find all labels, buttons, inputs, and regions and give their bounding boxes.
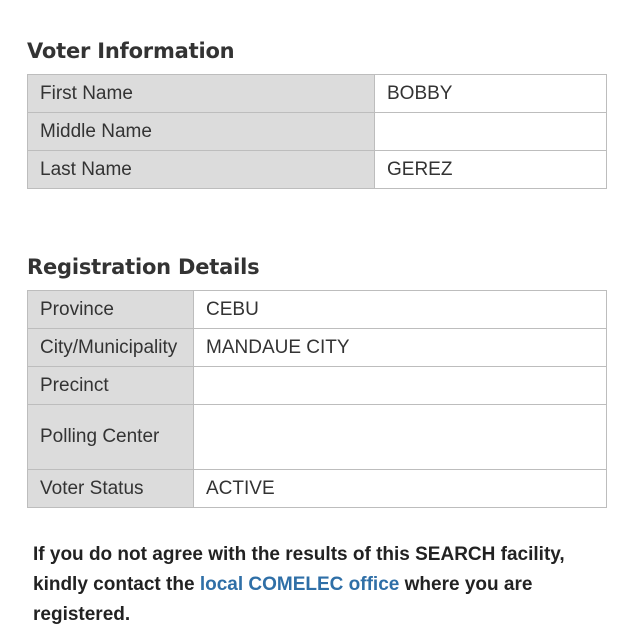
city-municipality-value: MANDAUE CITY <box>193 328 607 367</box>
registration-details-title: Registration Details <box>27 255 260 279</box>
voter-status-label: Voter Status <box>27 469 194 508</box>
table-row: Precinct <box>27 366 607 405</box>
precinct-value <box>193 366 607 405</box>
table-row: Polling Center <box>27 404 607 470</box>
voter-status-value: ACTIVE <box>193 469 607 508</box>
last-name-label: Last Name <box>27 150 375 189</box>
middle-name-label: Middle Name <box>27 112 375 151</box>
middle-name-value <box>374 112 607 151</box>
first-name-value: BOBBY <box>374 74 607 113</box>
table-row: City/Municipality MANDAUE CITY <box>27 328 607 367</box>
table-row: First Name BOBBY <box>27 74 607 113</box>
precinct-label: Precinct <box>27 366 194 405</box>
local-comelec-office-link[interactable]: local COMELEC office <box>200 574 400 595</box>
table-row: Middle Name <box>27 112 607 151</box>
city-municipality-label: City/Municipality <box>27 328 194 367</box>
voter-information-table: First Name BOBBY Middle Name Last Name G… <box>27 74 607 189</box>
province-label: Province <box>27 290 194 329</box>
voter-information-title: Voter Information <box>27 39 235 63</box>
disagreement-notice: If you do not agree with the results of … <box>33 540 608 630</box>
table-row: Voter Status ACTIVE <box>27 469 607 508</box>
province-value: CEBU <box>193 290 607 329</box>
polling-center-label: Polling Center <box>27 404 194 470</box>
polling-center-value <box>193 404 607 470</box>
registration-details-table: Province CEBU City/Municipality MANDAUE … <box>27 290 607 508</box>
table-row: Province CEBU <box>27 290 607 329</box>
last-name-value: GEREZ <box>374 150 607 189</box>
first-name-label: First Name <box>27 74 375 113</box>
table-row: Last Name GEREZ <box>27 150 607 189</box>
